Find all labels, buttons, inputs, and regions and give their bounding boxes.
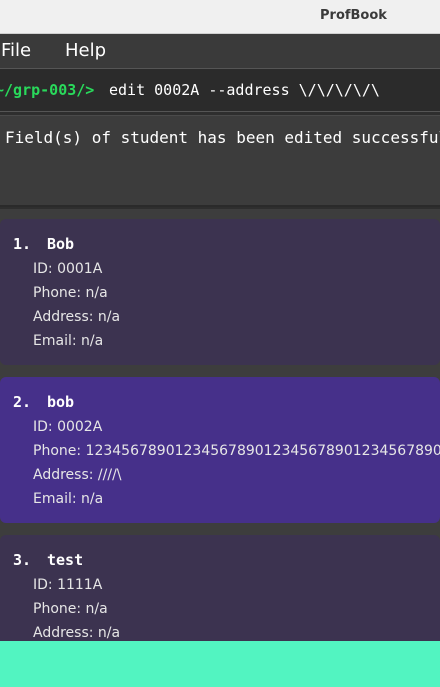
student-card[interactable]: 1. Bob ID: 0001A Phone: n/a Address: n/a… bbox=[0, 219, 440, 365]
student-address: Address: ////\ bbox=[33, 467, 122, 483]
menu-file[interactable]: File bbox=[1, 40, 31, 61]
student-name: bob bbox=[47, 393, 75, 411]
title-bar: ProfBook bbox=[0, 0, 440, 34]
status-bar bbox=[0, 641, 440, 687]
student-index: 2. bbox=[13, 393, 32, 411]
menu-help[interactable]: Help bbox=[65, 40, 106, 61]
student-phone: Phone: n/a bbox=[33, 601, 108, 617]
command-prompt: ~/grp-003/> bbox=[0, 81, 95, 99]
student-phone: Phone: 123456789012345678901234567890123… bbox=[33, 443, 440, 459]
student-email: Email: n/a bbox=[33, 333, 104, 349]
student-id: ID: 1111A bbox=[33, 577, 103, 593]
student-list[interactable]: 1. Bob ID: 0001A Phone: n/a Address: n/a… bbox=[0, 209, 440, 641]
student-index: 3. bbox=[13, 551, 32, 569]
student-index: 1. bbox=[13, 235, 32, 253]
student-name: Bob bbox=[47, 235, 75, 253]
result-message: Field(s) of student has been edited succ… bbox=[5, 128, 440, 147]
student-phone: Phone: n/a bbox=[33, 285, 108, 301]
student-name: test bbox=[47, 551, 84, 569]
app-window: ProfBook File Help ~/grp-003/> edit 0002… bbox=[0, 0, 440, 687]
student-address: Address: n/a bbox=[33, 309, 121, 325]
student-card-selected[interactable]: 2. bob ID: 0002A Phone: 1234567890123456… bbox=[0, 377, 440, 523]
command-text[interactable]: edit 0002A --address \/\/\/\/\ bbox=[109, 81, 380, 99]
student-card[interactable]: 3. test ID: 1111A Phone: n/a Address: n/… bbox=[0, 535, 440, 641]
student-id: ID: 0001A bbox=[33, 261, 103, 277]
result-display[interactable]: Field(s) of student has been edited succ… bbox=[0, 115, 440, 207]
student-address: Address: n/a bbox=[33, 625, 121, 641]
command-input[interactable]: ~/grp-003/> edit 0002A --address \/\/\/\… bbox=[0, 68, 440, 112]
window-title: ProfBook bbox=[320, 8, 387, 23]
student-email: Email: n/a bbox=[33, 491, 104, 507]
menu-bar: File Help bbox=[0, 34, 440, 68]
student-id: ID: 0002A bbox=[33, 419, 103, 435]
